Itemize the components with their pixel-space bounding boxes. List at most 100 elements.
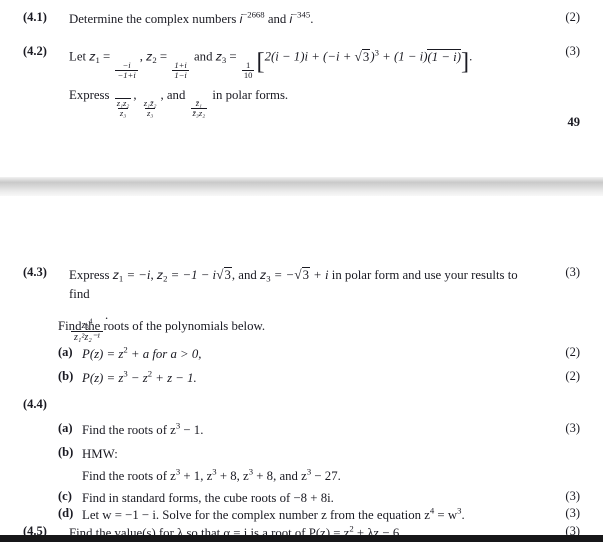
question-4-3-line-1: Express z1 = −i, z2 = −1 − i√3, and z3 =…: [69, 265, 528, 304]
question-4-3-a: (a) P(z) = z2 + a for a > 0,: [58, 345, 528, 364]
question-4-4-a: (a) Find the roots of z3 − 1.: [58, 421, 528, 440]
hmw-roots-line: Find the roots of z3 + 1, z3 + 8, z3 + 8…: [82, 467, 341, 486]
question-4-4-a-body: Find the roots of z3 − 1.: [82, 421, 203, 440]
and-label-1: and: [190, 49, 216, 64]
question-4-4-c-body: Find in standard forms, the cube roots o…: [82, 491, 334, 505]
question-4-2-body: Let z1 = −i −1+i, z2 = 1+i 1−i and z3 = 11…: [69, 44, 472, 118]
question-4-4: (4.4): [23, 397, 493, 412]
hmw-part-5: − 27.: [311, 468, 341, 483]
poly-b-part-1: P(z) = z: [82, 371, 124, 385]
question-number-4-1: (4.1): [23, 10, 47, 24]
roots-a-part-1: Find the roots of z: [82, 423, 176, 437]
one-tenth-fraction: 1 10: [241, 59, 255, 80]
radicand-3: 3: [301, 267, 310, 282]
sub-label-4-3-a: (a): [58, 345, 73, 359]
question-4-2-line-2: Express z₁z₂ z₃, z₁z̄₂ z₃, and z̄₁ z̄₃z₂ in…: [69, 86, 472, 119]
z2-numerator: 1+i: [174, 59, 187, 70]
z3-value2-43: + i: [309, 268, 329, 282]
express-frac3-denominator: z̄₃z₂: [190, 107, 208, 118]
eq-sign-1: =: [99, 49, 114, 64]
math-i-exponent-2: −345: [292, 9, 311, 20]
poly-a-part-1: P(z) = z: [82, 347, 124, 361]
express-fraction-1: z₁z₂ z₃: [114, 97, 132, 119]
radical-sign-3: √: [294, 267, 302, 282]
bottom-dark-strip: [0, 535, 603, 542]
marks-4-4-d: (3): [565, 506, 580, 520]
poly-b-part-3: + z − 1.: [152, 371, 197, 385]
find-roots-instruction: Find the roots of the polynomials below.: [58, 319, 266, 333]
express-frac1-denominator: z₃: [117, 108, 129, 119]
question-4-1-text: Determine the complex numbers: [69, 12, 240, 26]
question-number-4-2: (4.2): [23, 44, 47, 58]
z1-value-43: = −i: [123, 268, 151, 282]
math-i-exponent-1: −2668: [242, 9, 265, 20]
one-tenth-denominator: 10: [241, 69, 255, 80]
marks-4-1: (2): [565, 10, 580, 24]
question-4-1-joiner: and: [264, 12, 290, 26]
hmw-part-2: + 1, z: [180, 468, 213, 483]
poly-b-part-2: − z: [127, 371, 148, 385]
polar-forms-label: in polar forms.: [209, 87, 289, 102]
question-4-3-b: (b) P(z) = z3 − z2 + z − 1.: [58, 369, 528, 388]
marks-4-3-a: (2): [565, 345, 580, 359]
z2-fraction: 1+i 1−i: [172, 59, 189, 80]
let-label: Let: [69, 49, 90, 64]
eq-d-part-2: = w: [434, 508, 458, 522]
question-number-4-3: (4.3): [23, 265, 47, 279]
z2-value-43: = −1 − i: [167, 268, 217, 282]
z3-expression-part-a: 2(i − 1)i + (−i +: [264, 49, 355, 64]
sub-label-4-3-b: (b): [58, 369, 74, 383]
sqrt-3-symbol-2: √3: [216, 265, 232, 285]
eq-sign-2: =: [156, 49, 171, 64]
conjugate-overline: (1 − i): [427, 48, 461, 64]
question-number-4-4: (4.4): [23, 397, 47, 411]
z2-denominator: 1−i: [172, 69, 189, 80]
sqrt-3-symbol-1: √3: [355, 47, 371, 67]
hmw-part-4: + 8, and z: [253, 468, 307, 483]
radical-sign-1: √: [354, 48, 362, 64]
sqrt-3-symbol-3: √3: [294, 265, 310, 285]
poly-a-part-2: + a for a > 0,: [127, 347, 202, 361]
page-separator-band: [0, 177, 603, 196]
bracket-close: ]: [461, 48, 470, 75]
sub-label-4-4-a: (a): [58, 421, 73, 435]
question-4-4-b-body: HMW: Find the roots of z3 + 1, z3 + 8, z…: [82, 445, 341, 485]
sub-label-4-4-d: (d): [58, 506, 74, 520]
eq-sign-3: =: [226, 49, 240, 64]
z3-expression-part-c: + (1 − i): [378, 49, 428, 64]
sub-label-4-4-c: (c): [58, 489, 72, 503]
question-4-1-period: .: [310, 12, 314, 26]
question-4-3-a-body: P(z) = z2 + a for a > 0,: [82, 345, 201, 364]
comma-2: ,: [133, 87, 140, 102]
question-4-4-b: (b) HMW: Find the roots of z3 + 1, z3 + …: [58, 445, 528, 485]
bracket-open: [: [256, 48, 265, 75]
question-4-4-d: (d) Let w = −1 − i. Solve for the comple…: [58, 506, 528, 525]
marks-4-3: (3): [565, 265, 580, 279]
express-fraction-2: z₁z̄₂ z₃: [142, 97, 159, 118]
eq-d-part-1: Let w = −1 − i. Solve for the complex nu…: [82, 508, 430, 522]
sep-2-43: , and: [231, 268, 260, 282]
question-4-4-d-body: Let w = −1 − i. Solve for the complex nu…: [82, 506, 465, 525]
question-4-3-b-body: P(z) = z3 − z2 + z − 1.: [82, 369, 197, 388]
one-tenth-numerator: 1: [246, 59, 251, 70]
marks-4-4-c: (3): [565, 489, 580, 503]
z1-numerator: −i: [122, 59, 131, 70]
and-label-2: , and: [160, 87, 189, 102]
z1-denominator: −1+i: [115, 69, 138, 80]
express-frac2-denominator: z₃: [144, 107, 156, 118]
express-label-43: Express: [69, 268, 113, 282]
marks-4-3-b: (2): [565, 369, 580, 383]
hmw-label: HMW:: [82, 447, 118, 461]
roots-a-part-2: − 1.: [180, 423, 204, 437]
z1-fraction: −i −1+i: [115, 59, 138, 80]
document-page: (4.1) Determine the complex numbers i−26…: [0, 0, 603, 542]
sub-label-4-4-b: (b): [58, 445, 74, 459]
question-4-1: (4.1) Determine the complex numbers i−26…: [23, 10, 543, 29]
hmw-part-1: Find the roots of z: [82, 468, 176, 483]
z3-value-43: = −: [270, 268, 295, 282]
express-frac2-numerator: z₁z̄₂: [143, 97, 157, 108]
question-4-1-body: Determine the complex numbers i−2668 and…: [69, 10, 313, 29]
marks-4-2: (3): [565, 44, 580, 58]
question-4-2: (4.2) Let z1 = −i −1+i, z2 = 1+i 1−i and z…: [23, 44, 543, 118]
period-4-2: .: [469, 49, 473, 64]
